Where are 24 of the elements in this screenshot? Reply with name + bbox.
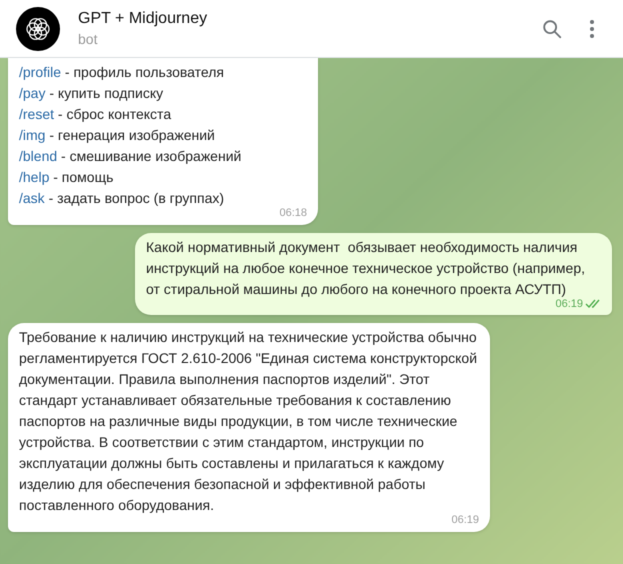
message-text: Какой нормативный документ обязывает необходимость наличия инструкций на любое конечное техническое устройство (например, от стиральной машины до любого на конечного проекта АСУТП) (146, 238, 586, 299)
command-link[interactable]: /help (19, 169, 50, 185)
command-link[interactable]: /img (19, 127, 46, 143)
message-time: 06:18 (279, 206, 307, 221)
message-time: 06:19 (555, 297, 583, 312)
command-description: - купить подписку (48, 85, 164, 101)
command-link[interactable]: /pay (19, 85, 46, 101)
command-description: - помощь (52, 169, 114, 185)
message-time: 06:19 (451, 513, 479, 528)
search-icon[interactable] (541, 18, 563, 40)
command-description: - профиль пользователя (64, 64, 224, 80)
command-link[interactable]: /blend (19, 148, 58, 164)
chat-title: GPT + Midjourney (78, 8, 208, 28)
message-text: Требование к наличию инструкций на технические устройства обычно регламентируется ГОСТ 2.610-2006 "Единая система конструкторской документации. Правила выполнения паспортов изделий". Этот стандарт устанавливает обязательные требования к составлению паспортов на различные виды продукции, в том числе технические устройства. В соответствии с этим стандартом, инструкции по эксплуатации должны быть составлены и прилагаться к каждому изделию для обеспечения безопасной и эффективной работы поставленного оборудования. (19, 328, 478, 515)
chat-status: bot (78, 30, 98, 48)
command-description: - смешивание изображений (60, 148, 242, 164)
bot-avatar-icon[interactable] (16, 6, 60, 50)
command-link[interactable]: /reset (19, 106, 54, 122)
command-description: - генерация изображений (48, 127, 215, 143)
command-link[interactable]: /profile (19, 64, 62, 80)
more-options-icon[interactable] (589, 18, 595, 38)
command-description: - сброс контекста (56, 106, 172, 122)
command-description: - задать вопрос (в группах) (48, 190, 224, 206)
command-link[interactable]: /ask (19, 190, 45, 206)
